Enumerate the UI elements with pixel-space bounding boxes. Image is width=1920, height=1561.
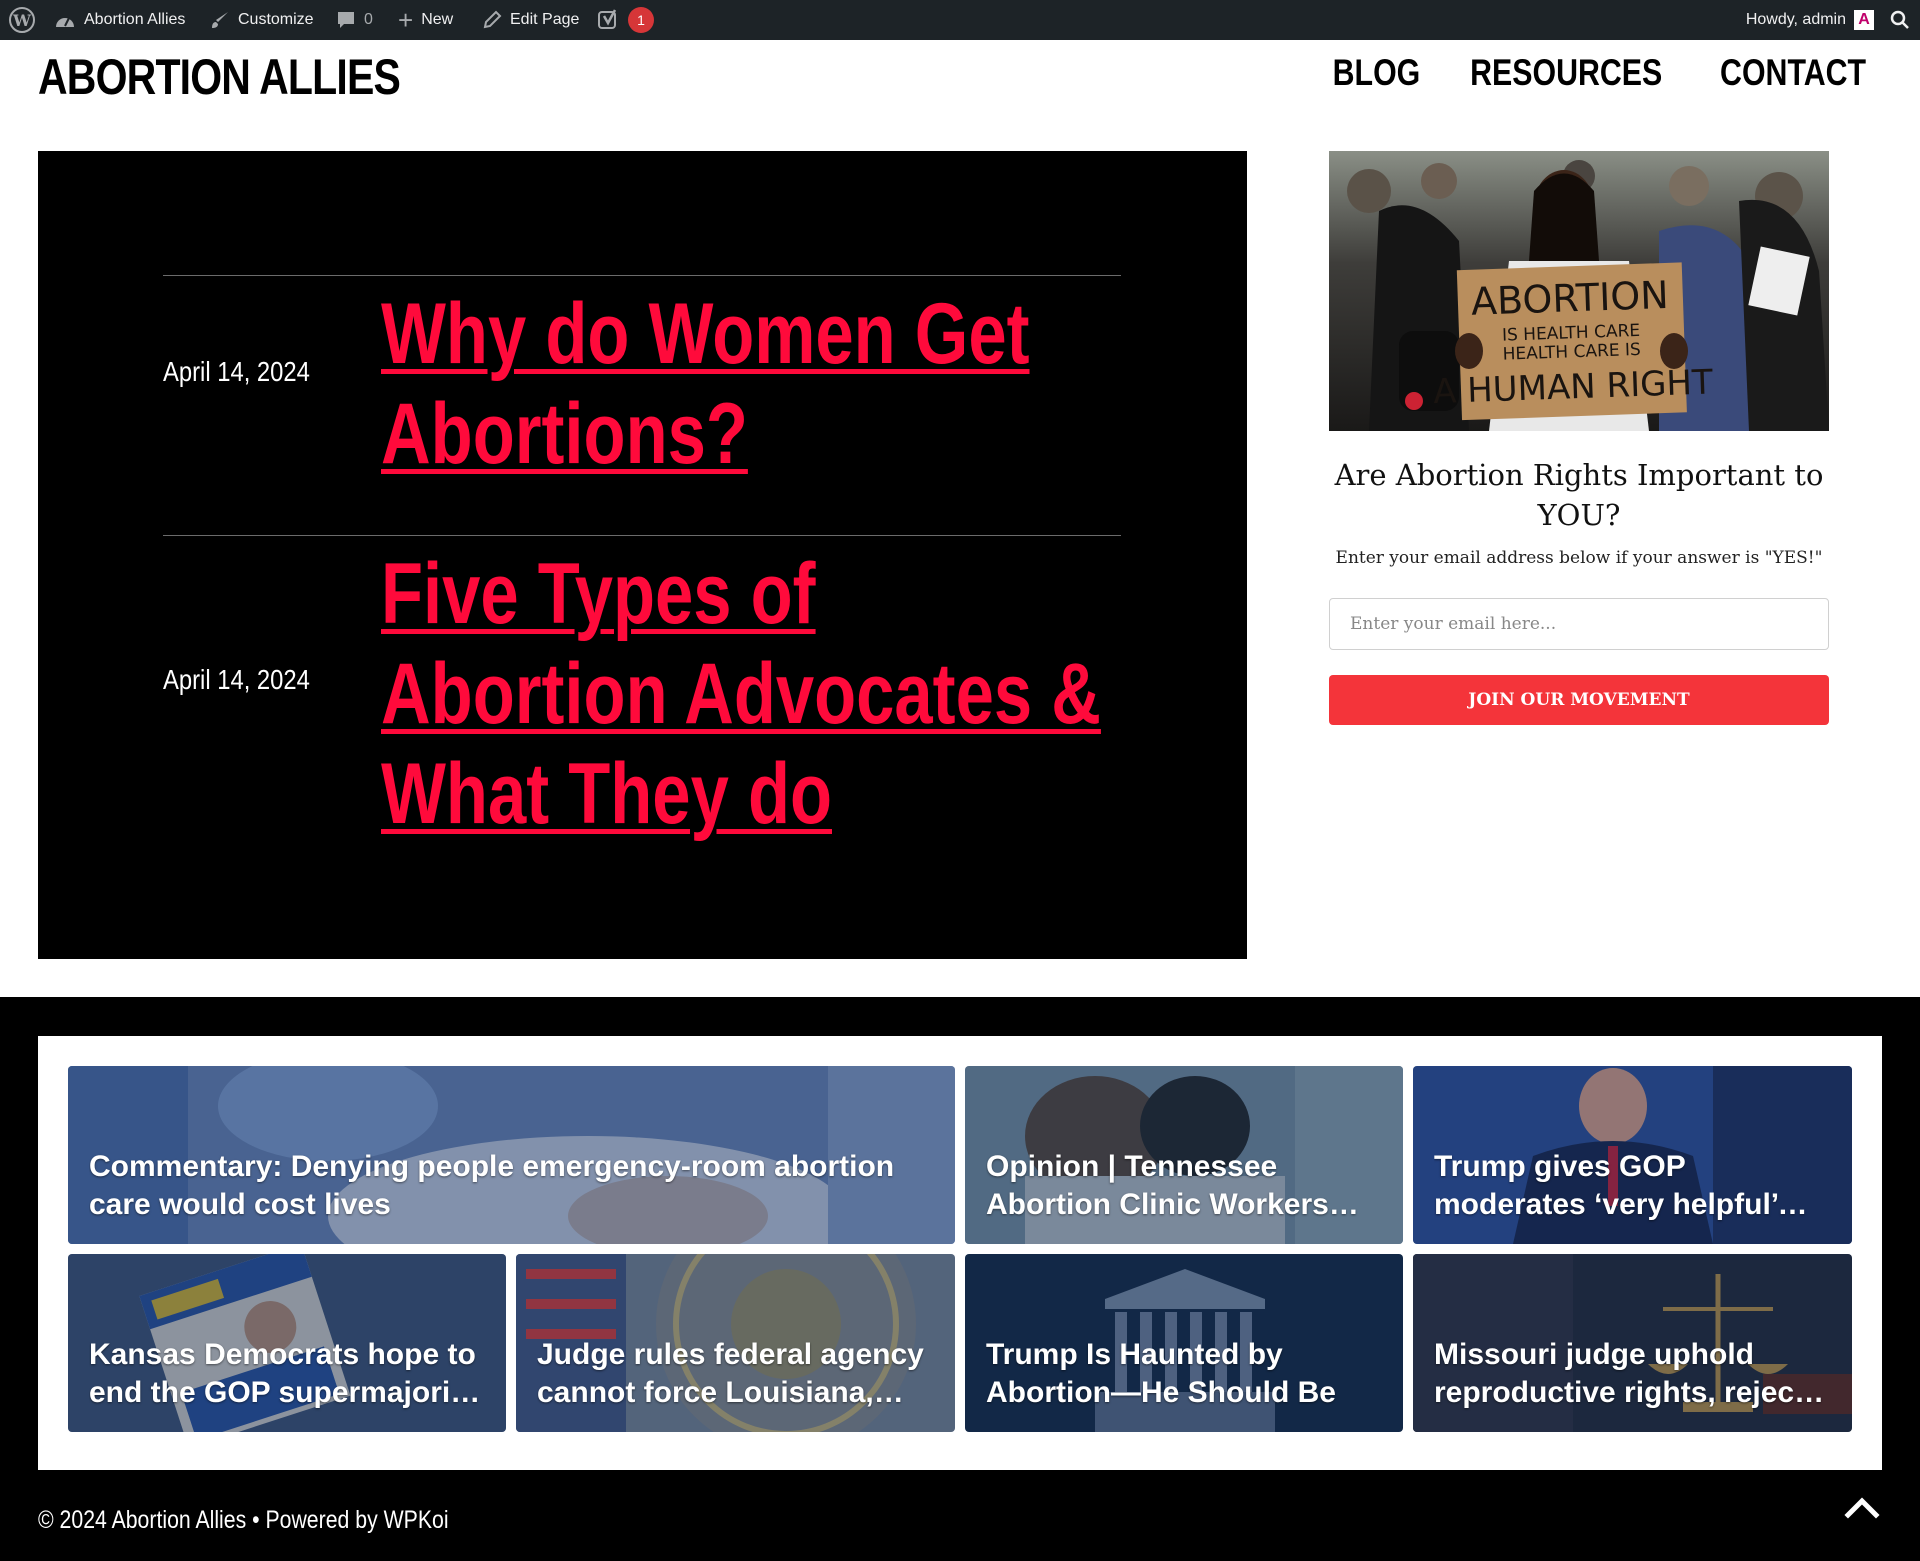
dashboard-icon	[56, 17, 74, 27]
post-divider	[163, 275, 1121, 276]
brush-icon	[212, 12, 228, 28]
notifications-badge: 1	[628, 7, 654, 33]
admin-bar: W Abortion Allies Customize 0 + New Edit…	[0, 0, 1920, 40]
main-nav: BLOG RESOURCES CONTACT	[1323, 52, 1882, 94]
comments-link[interactable]: 0	[336, 0, 373, 40]
my-account-menu[interactable]: Howdy, admin A	[1746, 0, 1874, 40]
signup-text: Enter your email address below if your a…	[1335, 548, 1823, 568]
howdy-label: Howdy, admin	[1745, 11, 1846, 28]
customize-label: Customize	[238, 11, 314, 28]
protest-photo: ABORTION IS HEALTH CARE HEALTH CARE IS A…	[1329, 151, 1829, 431]
customize-link[interactable]: Customize	[210, 0, 314, 40]
post-title-link[interactable]: Five Types of Abortion Advocates & What …	[381, 544, 1117, 844]
pencil-icon	[483, 10, 502, 29]
comment-icon	[338, 12, 354, 28]
avatar: A	[1854, 10, 1874, 30]
news-card-title: Judge rules federal agency cannot force …	[537, 1338, 924, 1409]
wpkoi-link[interactable]: WPKoi	[384, 1506, 449, 1534]
nav-blog[interactable]: BLOG	[1332, 52, 1420, 94]
footer: Commentary: Denying people emergency-roo…	[0, 997, 1920, 1561]
svg-text:W: W	[12, 11, 32, 30]
news-grid: Commentary: Denying people emergency-roo…	[38, 1036, 1882, 1470]
email-field[interactable]	[1329, 598, 1829, 650]
news-card-title: Trump gives GOP moderates ‘very helpful’…	[1434, 1150, 1778, 1221]
post-date: April 14, 2024	[163, 356, 310, 387]
news-card-title: Commentary: Denying people emergency-roo…	[89, 1150, 895, 1221]
copyright: © 2024 Abortion Allies • Powered by WPKo…	[38, 1506, 449, 1535]
new-label: New	[421, 11, 454, 28]
site-title[interactable]: ABORTION ALLIES	[38, 48, 401, 106]
scroll-to-top-button[interactable]	[1842, 1487, 1882, 1527]
news-card-title: Missouri judge uphold reproductive right…	[1434, 1338, 1821, 1409]
news-card-title: Opinion | Tennessee Abortion Clinic Work…	[986, 1150, 1329, 1221]
news-card[interactable]: Opinion | Tennessee Abortion Clinic Work…	[965, 1066, 1403, 1244]
new-content-menu[interactable]: + New	[398, 0, 453, 40]
news-card[interactable]: Trump Is Haunted by Abortion—He Should B…	[965, 1254, 1403, 1432]
edit-page-label: Edit Page	[510, 11, 580, 28]
site-name-label: Abortion Allies	[84, 11, 186, 28]
copyright-text: © 2024 Abortion Allies • Powered by	[38, 1506, 384, 1534]
chevron-up-icon	[1844, 1497, 1880, 1519]
news-card[interactable]: Judge rules federal agency cannot force …	[516, 1254, 955, 1432]
post-title-link[interactable]: Why do Women Get Abortions?	[381, 284, 1117, 484]
post-date: April 14, 2024	[163, 664, 310, 695]
nav-resources[interactable]: RESOURCES	[1471, 52, 1663, 94]
news-card-title: Kansas Democrats hope to end the GOP sup…	[89, 1338, 477, 1409]
yoast-icon	[598, 9, 617, 29]
join-movement-button[interactable]: JOIN OUR MOVEMENT	[1329, 675, 1829, 725]
wordpress-menu[interactable]: W	[8, 0, 36, 40]
search-icon	[1890, 10, 1909, 29]
signup-heading: Are Abortion Rights Important to YOU?	[1334, 458, 1824, 532]
wordpress-icon: W	[9, 7, 35, 33]
plus-icon: +	[398, 5, 414, 35]
news-card[interactable]: Commentary: Denying people emergency-roo…	[68, 1066, 955, 1244]
post-divider	[163, 535, 1121, 536]
nav-contact[interactable]: CONTACT	[1720, 52, 1866, 94]
posts-list: April 14, 2024 Why do Women Get Abortion…	[38, 151, 1247, 959]
comments-count: 0	[364, 11, 373, 28]
sign-text: ABORTION	[1470, 273, 1669, 324]
news-card[interactable]: Kansas Democrats hope to end the GOP sup…	[68, 1254, 506, 1432]
edit-page-link[interactable]: Edit Page	[482, 0, 579, 40]
news-card[interactable]: Trump gives GOP moderates ‘very helpful’…	[1413, 1066, 1852, 1244]
news-card-title: Trump Is Haunted by Abortion—He Should B…	[986, 1338, 1336, 1409]
yoast-menu[interactable]: 1	[598, 0, 654, 40]
site-name-menu[interactable]: Abortion Allies	[54, 0, 185, 40]
admin-search[interactable]	[1890, 0, 1910, 40]
news-card[interactable]: Missouri judge uphold reproductive right…	[1413, 1254, 1852, 1432]
